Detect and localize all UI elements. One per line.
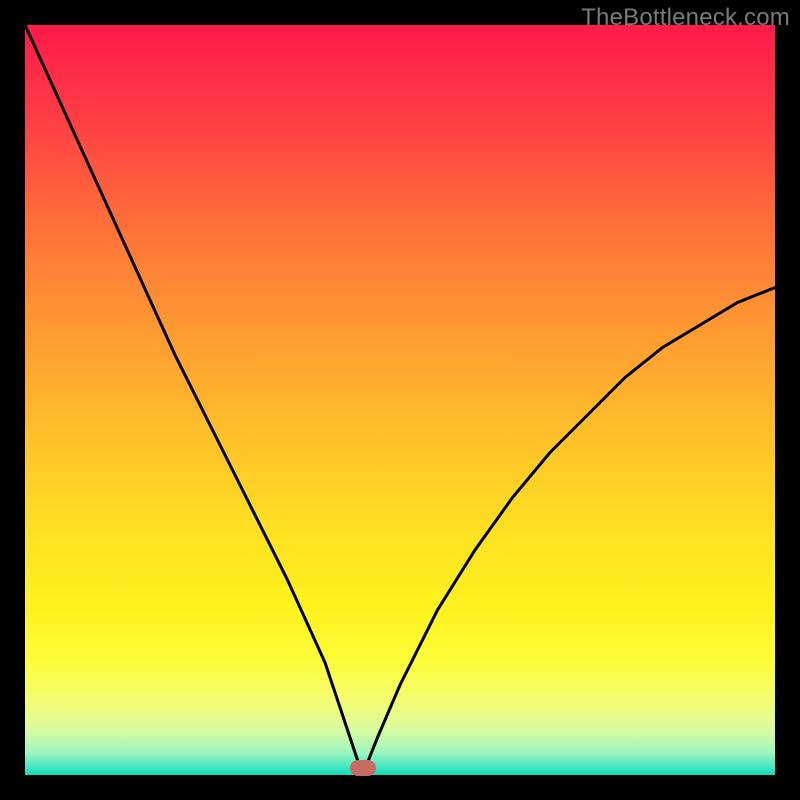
watermark-text: TheBottleneck.com — [581, 4, 790, 32]
chart-frame: TheBottleneck.com — [0, 0, 800, 800]
bottleneck-curve — [25, 25, 775, 775]
curve-layer — [25, 25, 775, 775]
minimum-marker — [350, 760, 376, 776]
